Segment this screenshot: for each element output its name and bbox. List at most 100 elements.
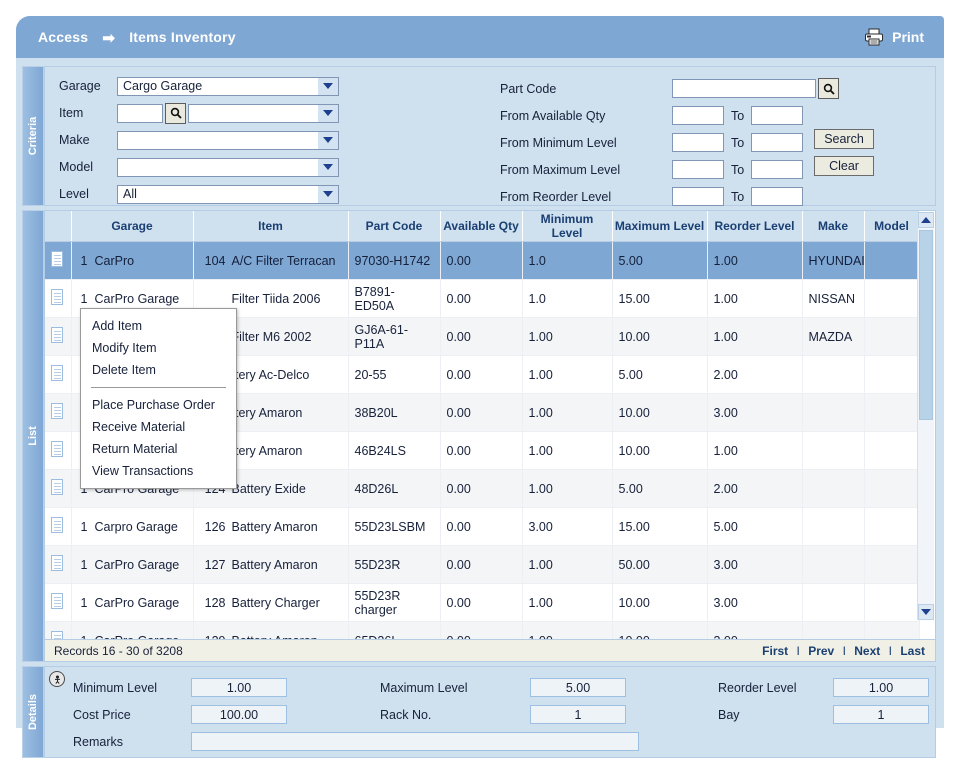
- grid-header-make[interactable]: Make: [802, 211, 864, 242]
- context-menu-item-modify-item[interactable]: Modify Item: [81, 337, 236, 359]
- make-label: Make: [59, 133, 117, 147]
- row-handle-cell[interactable]: [45, 508, 71, 546]
- garage-name: CarPro Garage: [95, 558, 180, 572]
- available-qty-to-input[interactable]: [751, 106, 803, 125]
- chevron-down-icon[interactable]: [318, 159, 338, 176]
- context-menu-item-receive-material[interactable]: Receive Material: [81, 416, 236, 438]
- details-maximum-level-value[interactable]: 5.00: [530, 678, 626, 697]
- table-row[interactable]: 1CarPro104A/C Filter Terracan97030-H1742…: [45, 242, 919, 280]
- cell-reorder-level: 3.00: [707, 394, 802, 432]
- garage-select[interactable]: Cargo Garage: [117, 77, 339, 96]
- row-handle-cell[interactable]: [45, 242, 71, 280]
- row-handle-cell[interactable]: [45, 394, 71, 432]
- print-button[interactable]: Print: [864, 28, 924, 46]
- arrow-right-icon: ➡: [102, 29, 115, 47]
- available-qty-from-input[interactable]: [672, 106, 724, 125]
- minimum-level-to-input[interactable]: [751, 133, 803, 152]
- scroll-up-button[interactable]: [918, 212, 934, 228]
- maximum-level-label: From Maximum Level: [500, 163, 672, 177]
- tab-list[interactable]: List: [22, 210, 44, 662]
- details-minimum-level-value[interactable]: 1.00: [191, 678, 287, 697]
- maximum-level-from-input[interactable]: [672, 160, 724, 179]
- criteria-left-column: Garage Cargo Garage Item: [59, 73, 339, 208]
- details-remarks: Remarks: [73, 731, 639, 752]
- table-row[interactable]: 1CarPro Garage128Battery Charger55D23R c…: [45, 584, 919, 622]
- grid-header-garage[interactable]: Garage: [71, 211, 193, 242]
- pager-next[interactable]: Next: [854, 644, 880, 658]
- chevron-down-icon[interactable]: [318, 105, 338, 122]
- cell-garage: 1Carpro Garage: [71, 508, 193, 546]
- search-button[interactable]: Search: [814, 129, 874, 149]
- grid-header-part-code[interactable]: Part Code: [348, 211, 440, 242]
- item-code-input[interactable]: [117, 104, 163, 123]
- context-menu-item-view-transactions[interactable]: View Transactions: [81, 460, 236, 482]
- details-rack-no-value[interactable]: 1: [530, 705, 626, 724]
- grid-header-available-qty[interactable]: Available Qty: [440, 211, 522, 242]
- context-menu-item-return-material[interactable]: Return Material: [81, 438, 236, 460]
- grid-header-model[interactable]: Model: [864, 211, 919, 242]
- maximum-level-to-input[interactable]: [751, 160, 803, 179]
- tab-criteria[interactable]: Criteria: [22, 66, 44, 206]
- person-icon: [53, 675, 62, 684]
- criteria-field-maximum-level: From Maximum Level To: [500, 156, 841, 183]
- make-select[interactable]: [117, 131, 339, 150]
- row-record-icon: [51, 517, 63, 533]
- grid-vertical-scrollbar[interactable]: [917, 212, 934, 620]
- garage-number: 1: [78, 558, 88, 572]
- table-row[interactable]: 1CarPro Garage127Battery Amaron55D23R0.0…: [45, 546, 919, 584]
- chevron-down-icon[interactable]: [318, 132, 338, 149]
- grid-header-minimum-level[interactable]: Minimum Level: [522, 211, 612, 242]
- criteria-field-garage: Garage Cargo Garage: [59, 73, 339, 99]
- cell-available-qty: 0.00: [440, 508, 522, 546]
- scroll-thumb[interactable]: [919, 230, 933, 420]
- details-cost-price-value[interactable]: 100.00: [191, 705, 287, 724]
- grid-header-item[interactable]: Item: [193, 211, 348, 242]
- cell-maximum-level: 10.00: [612, 432, 707, 470]
- cell-model: [864, 508, 919, 546]
- row-handle-cell[interactable]: [45, 584, 71, 622]
- model-select[interactable]: [117, 158, 339, 177]
- details-collapse-button[interactable]: [49, 671, 65, 687]
- grid-header-maximum-level[interactable]: Maximum Level: [612, 211, 707, 242]
- pager-last[interactable]: Last: [900, 644, 925, 658]
- cell-maximum-level: 10.00: [612, 318, 707, 356]
- cell-make: [802, 508, 864, 546]
- details-remarks-value[interactable]: [191, 732, 639, 751]
- row-handle-cell[interactable]: [45, 318, 71, 356]
- details-remarks-label: Remarks: [73, 735, 191, 749]
- pager-prev[interactable]: Prev: [808, 644, 834, 658]
- context-menu-item-delete-item[interactable]: Delete Item: [81, 359, 236, 381]
- minimum-level-from-input[interactable]: [672, 133, 724, 152]
- row-handle-cell[interactable]: [45, 546, 71, 584]
- cell-available-qty: 0.00: [440, 546, 522, 584]
- chevron-down-icon[interactable]: [318, 78, 338, 95]
- cell-reorder-level: 2.00: [707, 470, 802, 508]
- item-lookup-button[interactable]: [165, 103, 186, 124]
- row-handle-cell[interactable]: [45, 280, 71, 318]
- scroll-down-button[interactable]: [918, 604, 934, 620]
- details-reorder-level-value[interactable]: 1.00: [833, 678, 929, 697]
- tab-details[interactable]: Details: [22, 666, 44, 758]
- chevron-down-icon[interactable]: [318, 186, 338, 203]
- reorder-level-to-input[interactable]: [751, 187, 803, 206]
- item-name-select[interactable]: [188, 104, 339, 123]
- row-handle-cell[interactable]: [45, 470, 71, 508]
- reorder-level-from-input[interactable]: [672, 187, 724, 206]
- row-handle-cell[interactable]: [45, 432, 71, 470]
- available-qty-label: From Available Qty: [500, 109, 672, 123]
- level-select[interactable]: All: [117, 185, 339, 204]
- context-menu-item-place-purchase-order[interactable]: Place Purchase Order: [81, 394, 236, 416]
- item-name: Battery Exide: [232, 482, 306, 496]
- pager-first[interactable]: First: [762, 644, 788, 658]
- breadcrumb-root[interactable]: Access: [38, 29, 88, 45]
- part-code-input[interactable]: [672, 79, 816, 98]
- grid-header-reorder-level[interactable]: Reorder Level: [707, 211, 802, 242]
- cell-minimum-level: 1.00: [522, 584, 612, 622]
- clear-button[interactable]: Clear: [814, 156, 874, 176]
- cell-part-code: B7891-ED50A: [348, 280, 440, 318]
- row-handle-cell[interactable]: [45, 356, 71, 394]
- table-row[interactable]: 1Carpro Garage126Battery Amaron55D23LSBM…: [45, 508, 919, 546]
- part-code-lookup-button[interactable]: [818, 78, 839, 99]
- details-bay-value[interactable]: 1: [833, 705, 929, 724]
- context-menu-item-add-item[interactable]: Add Item: [81, 315, 236, 337]
